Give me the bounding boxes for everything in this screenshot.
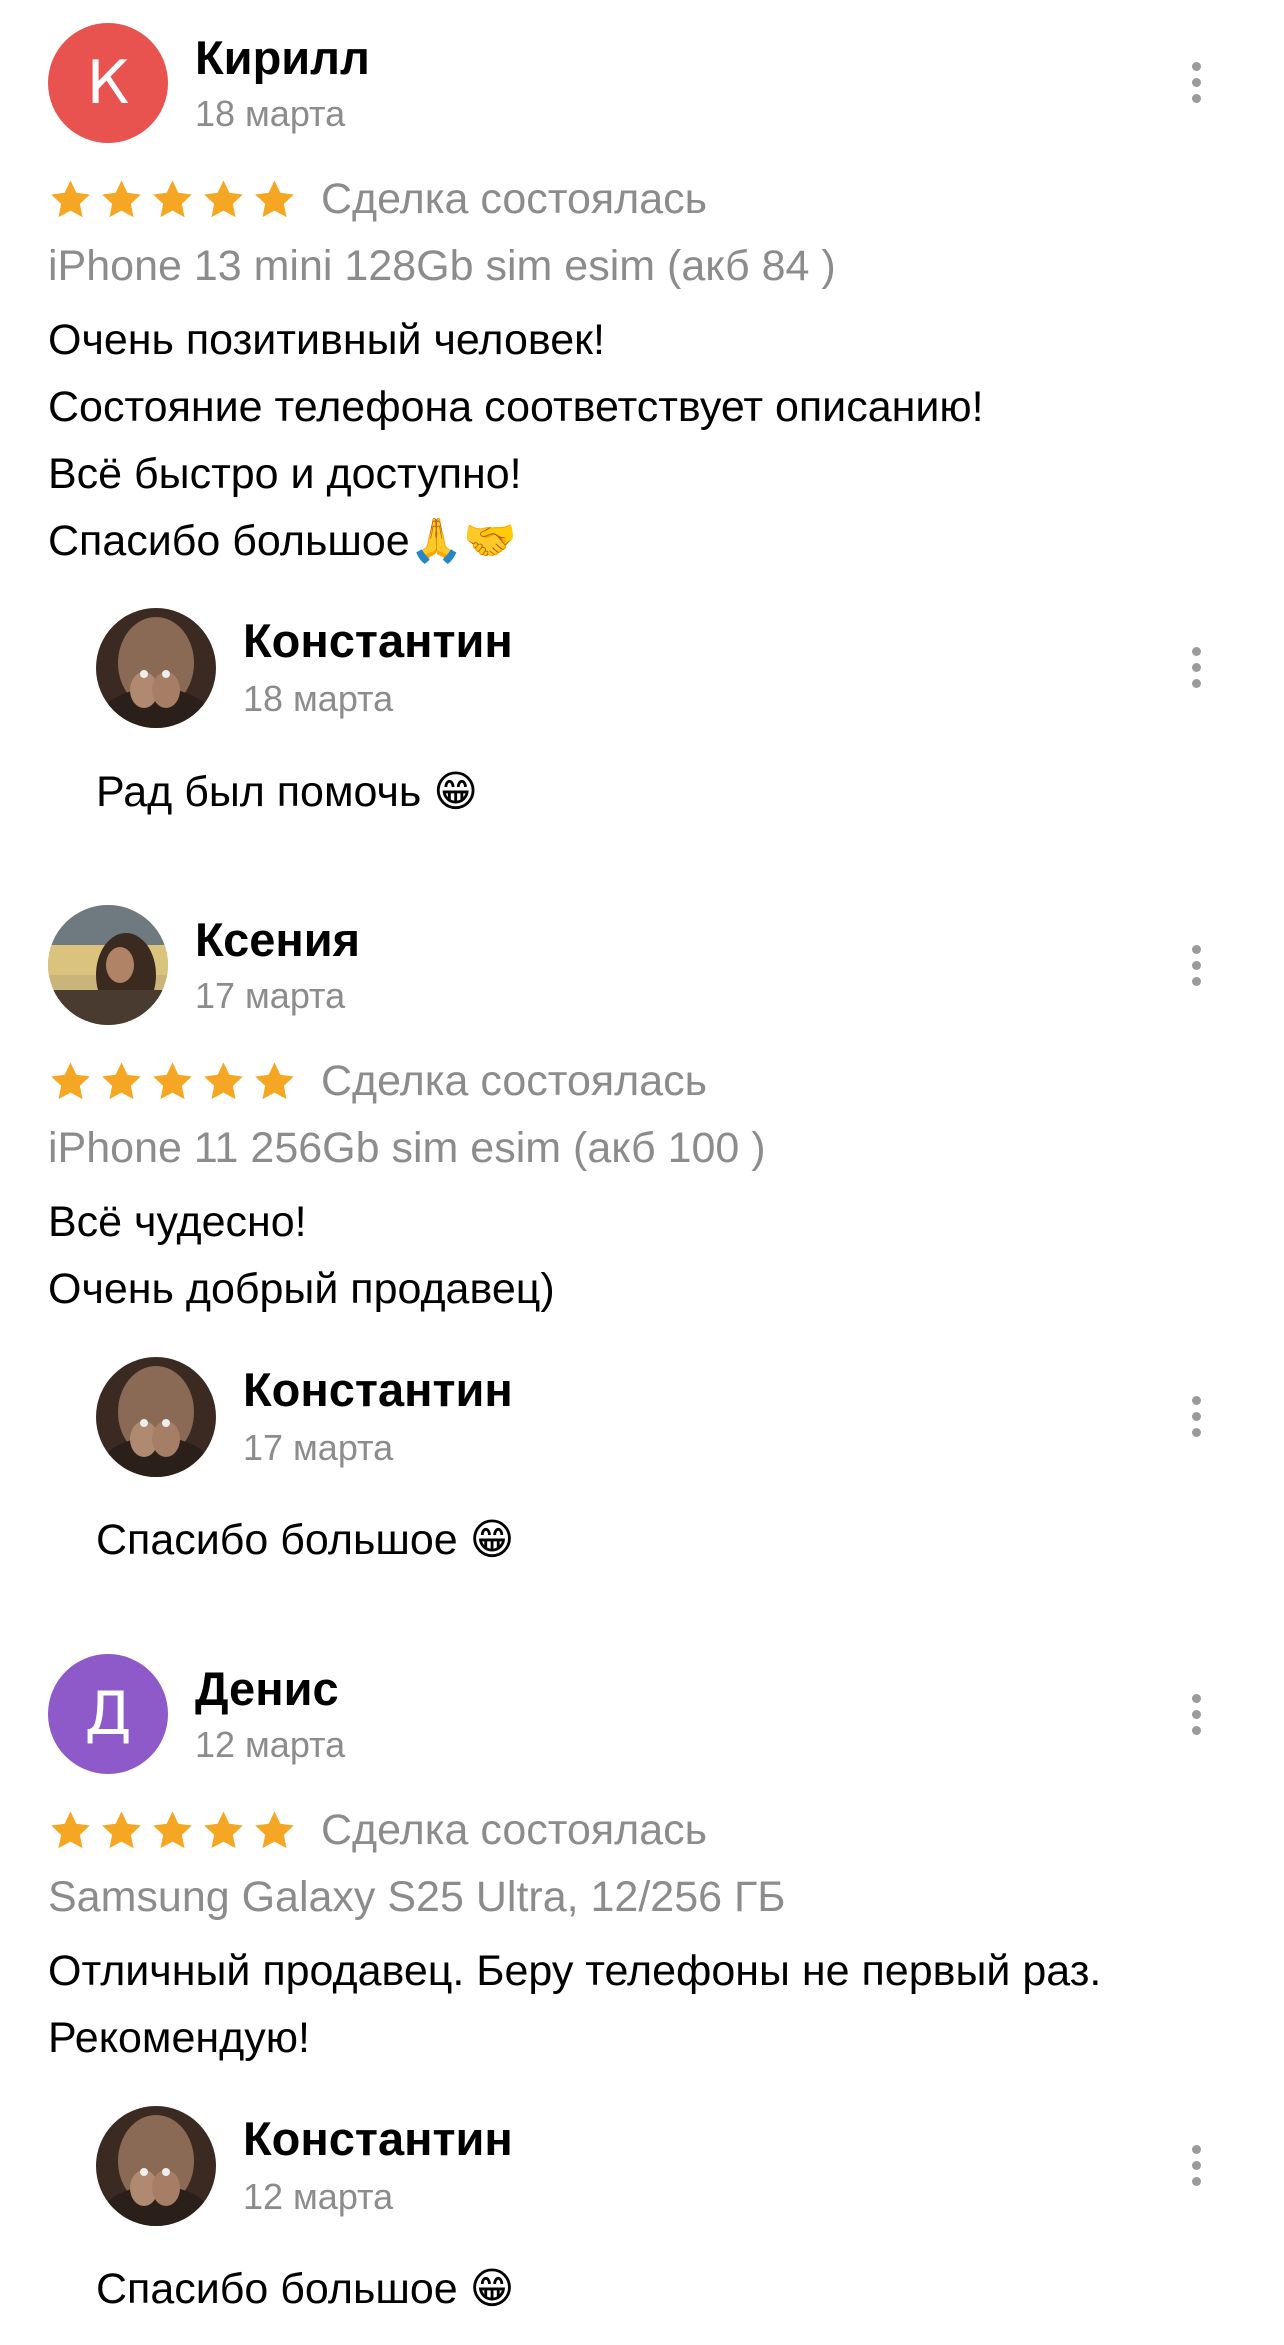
reply-author[interactable]: Константин <box>243 2111 513 2167</box>
author-photo <box>48 905 168 1025</box>
deal-status: Сделка состоялась <box>321 1056 708 1105</box>
star-icon <box>51 179 90 217</box>
more-vertical-icon <box>1191 61 1201 71</box>
reply-author[interactable]: Константин <box>243 1362 513 1418</box>
author-name[interactable]: Кирилл <box>195 30 370 86</box>
rating-row: Сделка состоялась <box>48 169 707 229</box>
avatar[interactable]: К <box>48 23 168 143</box>
rating-row: Сделка состоялась <box>48 1051 707 1111</box>
deal-status: Сделка состоялась <box>321 174 708 223</box>
seller-photo <box>96 1357 216 1477</box>
review-line: Состояние телефона соответствует описани… <box>48 383 984 431</box>
reply-date: 12 марта <box>243 2176 394 2217</box>
star-icon <box>102 1061 141 1099</box>
more-options-button[interactable] <box>1176 1674 1216 1754</box>
star-rating <box>48 1059 297 1104</box>
star-icon <box>153 1061 192 1099</box>
star-icon <box>153 179 192 217</box>
more-vertical-icon <box>1191 1395 1201 1405</box>
star-icon <box>204 179 243 217</box>
star-icon <box>255 179 294 217</box>
star-icon <box>51 1810 90 1848</box>
review-date: 12 марта <box>195 1724 346 1765</box>
star-icon <box>51 1061 90 1099</box>
more-vertical-icon <box>1191 2144 1201 2154</box>
star-icon <box>204 1061 243 1099</box>
reply-more-options-button[interactable] <box>1176 1376 1216 1456</box>
more-options-button[interactable] <box>1176 925 1216 1005</box>
star-rating <box>48 1808 297 1853</box>
product-name[interactable]: Samsung Galaxy S25 Ultra, 12/256 ГБ <box>48 1867 786 1927</box>
reply-text: Спасибо большое 😁 <box>96 1516 515 1564</box>
deal-status: Сделка состоялась <box>321 1805 708 1854</box>
rating-row: Сделка состоялась <box>48 1800 707 1860</box>
star-icon <box>153 1810 192 1848</box>
review-date: 17 марта <box>195 975 346 1016</box>
review-line: Всё чудесно! <box>48 1198 307 1246</box>
star-rating <box>48 177 297 222</box>
star-icon <box>102 179 141 217</box>
review-text: Очень позитивный человек! Состояние теле… <box>48 307 984 575</box>
seller-avatar[interactable] <box>96 2106 216 2226</box>
product-name[interactable]: iPhone 13 mini 128Gb sim esim (акб 84 ) <box>48 236 836 296</box>
more-options-button[interactable] <box>1176 42 1216 122</box>
reply-more-options-button[interactable] <box>1176 2125 1216 2205</box>
reply-more-options-button[interactable] <box>1176 627 1216 707</box>
seller-photo <box>96 608 216 728</box>
review-text: Всё чудесно! Очень добрый продавец) <box>48 1189 555 1323</box>
review-line: Очень добрый продавец) <box>48 1265 555 1313</box>
review-line: Спасибо большое🙏🤝 <box>48 517 517 565</box>
author-name[interactable]: Ксения <box>195 912 360 968</box>
more-vertical-icon <box>1191 1693 1201 1703</box>
reply-date: 17 марта <box>243 1427 394 1468</box>
more-vertical-icon <box>1191 646 1201 656</box>
review-line: Всё быстро и доступно! <box>48 450 522 498</box>
reply-date: 18 марта <box>243 678 394 719</box>
review-line: Рекомендую! <box>48 2014 310 2062</box>
more-vertical-icon <box>1191 944 1201 954</box>
star-icon <box>255 1810 294 1848</box>
product-name[interactable]: iPhone 11 256Gb sim esim (акб 100 ) <box>48 1118 766 1178</box>
reply-text: Рад был помочь 😁 <box>96 768 479 816</box>
reply-text: Спасибо большое 😁 <box>96 2265 515 2313</box>
reply-author[interactable]: Константин <box>243 613 513 669</box>
star-icon <box>255 1061 294 1099</box>
seller-photo <box>96 2106 216 2226</box>
seller-avatar[interactable] <box>96 1357 216 1477</box>
star-icon <box>204 1810 243 1848</box>
review-line: Отличный продавец. Беру телефоны не перв… <box>48 1947 1102 1995</box>
author-name[interactable]: Денис <box>195 1661 339 1717</box>
review-text: Отличный продавец. Беру телефоны не перв… <box>48 1938 1101 2072</box>
avatar[interactable]: Д <box>48 1654 168 1774</box>
avatar[interactable] <box>48 905 168 1025</box>
review-date: 18 марта <box>195 93 346 134</box>
star-icon <box>102 1810 141 1848</box>
review-line: Очень позитивный человек! <box>48 316 605 364</box>
seller-avatar[interactable] <box>96 608 216 728</box>
